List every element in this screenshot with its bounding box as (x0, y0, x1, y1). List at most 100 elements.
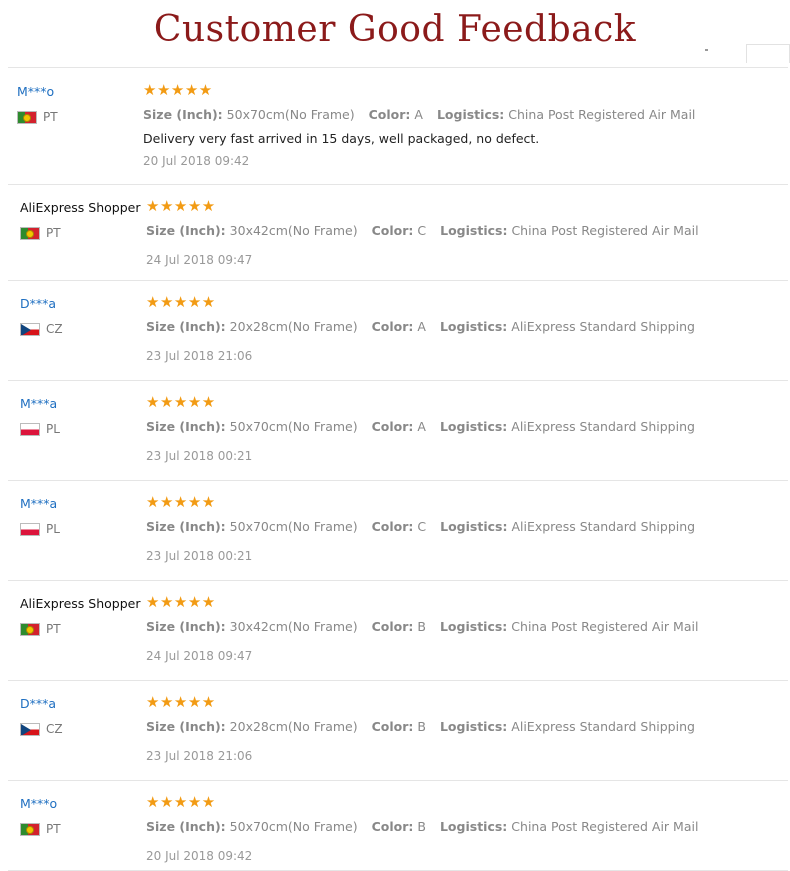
color-label: Color: (371, 319, 414, 334)
country-code: PT (46, 822, 61, 836)
flag-icon (20, 422, 40, 436)
size-label: Size (Inch): (146, 319, 226, 334)
size-value: 50x70cm(No Frame) (229, 419, 358, 434)
size-label: Size (Inch): (146, 419, 226, 434)
color-value: A (417, 319, 426, 334)
color-value: B (417, 619, 426, 634)
reviewer-name: AliExpress Shopper (20, 596, 141, 611)
size-value: 20x28cm(No Frame) (229, 319, 358, 334)
logistics-value: AliExpress Standard Shipping (511, 319, 695, 334)
star-rating: ★★★★★ (146, 393, 216, 411)
order-attributes: Size (Inch): 20x28cm(No Frame) Color: A Lo… (146, 319, 709, 334)
reviewer-country: CZ (20, 322, 63, 336)
partial-select-control[interactable] (746, 44, 790, 63)
color-label: Color: (371, 419, 414, 434)
review-date: 20 Jul 2018 09:42 (143, 154, 250, 168)
partial-control-mark (705, 49, 708, 51)
color-label: Color: (371, 719, 414, 734)
order-attributes: Size (Inch): 30x42cm(No Frame) Color: C Lo… (146, 223, 713, 238)
reviewer-name[interactable]: D***a (20, 696, 56, 711)
logistics-value: China Post Registered Air Mail (511, 619, 699, 634)
size-value: 50x70cm(No Frame) (229, 519, 358, 534)
reviewer-name[interactable]: D***a (20, 296, 56, 311)
logistics-label: Logistics: (436, 107, 505, 122)
star-rating: ★★★★★ (146, 693, 216, 711)
feedback-item: AliExpress Shopper PT ★★★★★ Size (Inch): 30… (8, 184, 788, 281)
logistics-value: China Post Registered Air Mail (511, 819, 699, 834)
order-attributes: Size (Inch): 50x70cm(No Frame) Color: A Lo… (146, 419, 709, 434)
review-date: 23 Jul 2018 21:06 (146, 749, 253, 763)
reviewer-country: PT (17, 110, 58, 124)
size-value: 50x70cm(No Frame) (229, 819, 358, 834)
feedback-item: M***o PT ★★★★★ Size (Inch): 50x70cm(No Fram… (8, 780, 788, 871)
logistics-label: Logistics: (440, 223, 508, 238)
country-code: PT (43, 110, 58, 124)
feedback-item: M***o PT ★★★★★ Size (Inch): 50x70cm(No Fram… (8, 68, 788, 185)
country-code: PT (46, 622, 61, 636)
feedback-item: D***a CZ ★★★★★ Size (Inch): 20x28cm(No Fram… (8, 680, 788, 781)
reviewer-name: AliExpress Shopper (20, 200, 141, 215)
logistics-label: Logistics: (440, 519, 508, 534)
country-code: CZ (46, 722, 63, 736)
size-value: 30x42cm(No Frame) (229, 223, 358, 238)
logistics-value: China Post Registered Air Mail (511, 223, 699, 238)
color-value: C (417, 519, 427, 534)
color-value: A (417, 419, 426, 434)
size-label: Size (Inch): (146, 819, 226, 834)
reviewer-name[interactable]: M***o (17, 84, 54, 99)
reviewer-name[interactable]: M***a (20, 496, 57, 511)
color-value: C (417, 223, 427, 238)
review-date: 23 Jul 2018 00:21 (146, 449, 253, 463)
feedback-item: M***a PL ★★★★★ Size (Inch): 50x70cm(No Fram… (8, 480, 788, 581)
color-value: B (417, 719, 426, 734)
flag-icon (20, 822, 40, 836)
review-date: 23 Jul 2018 00:21 (146, 549, 253, 563)
logistics-value: China Post Registered Air Mail (508, 107, 696, 122)
star-rating: ★★★★★ (146, 293, 216, 311)
order-attributes: Size (Inch): 50x70cm(No Frame) Color: A Lo… (143, 107, 709, 122)
feedback-item: AliExpress Shopper PT ★★★★★ Size (Inch): 30… (8, 580, 788, 681)
page-header: Customer Good Feedback (0, 0, 790, 63)
star-rating: ★★★★★ (146, 593, 216, 611)
order-attributes: Size (Inch): 20x28cm(No Frame) Color: B Lo… (146, 719, 709, 734)
order-attributes: Size (Inch): 30x42cm(No Frame) Color: B Lo… (146, 619, 712, 634)
size-label: Size (Inch): (143, 107, 223, 122)
reviewer-name[interactable]: M***o (20, 796, 57, 811)
flag-icon (20, 622, 40, 636)
star-rating: ★★★★★ (146, 197, 216, 215)
logistics-label: Logistics: (439, 719, 508, 734)
country-code: PL (46, 522, 60, 536)
reviewer-name[interactable]: M***a (20, 396, 57, 411)
size-label: Size (Inch): (146, 223, 226, 238)
feedback-item: D***a CZ ★★★★★ Size (Inch): 20x28cm(No Fram… (8, 280, 788, 381)
country-code: PT (46, 226, 61, 240)
logistics-label: Logistics: (439, 319, 508, 334)
color-label: Color: (371, 819, 414, 834)
size-value: 50x70cm(No Frame) (226, 107, 355, 122)
flag-icon (20, 322, 40, 336)
star-rating: ★★★★★ (146, 793, 216, 811)
page-title: Customer Good Feedback (153, 9, 637, 50)
review-date: 24 Jul 2018 09:47 (146, 649, 253, 663)
reviewer-country: PL (20, 422, 60, 436)
logistics-label: Logistics: (439, 419, 508, 434)
color-value: A (414, 107, 423, 122)
color-label: Color: (371, 619, 414, 634)
reviewer-country: PL (20, 522, 60, 536)
star-rating: ★★★★★ (143, 81, 213, 99)
review-comment: Delivery very fast arrived in 15 days, w… (143, 131, 540, 146)
flag-icon (20, 226, 40, 240)
logistics-label: Logistics: (439, 819, 508, 834)
size-label: Size (Inch): (146, 519, 226, 534)
country-code: PL (46, 422, 60, 436)
flag-icon (20, 722, 40, 736)
reviewer-country: PT (20, 226, 61, 240)
country-code: CZ (46, 322, 63, 336)
logistics-value: AliExpress Standard Shipping (511, 519, 696, 534)
logistics-value: AliExpress Standard Shipping (511, 419, 695, 434)
color-label: Color: (371, 519, 414, 534)
reviewer-country: PT (20, 822, 61, 836)
color-label: Color: (368, 107, 411, 122)
logistics-value: AliExpress Standard Shipping (511, 719, 695, 734)
order-attributes: Size (Inch): 50x70cm(No Frame) Color: C Lo… (146, 519, 709, 534)
